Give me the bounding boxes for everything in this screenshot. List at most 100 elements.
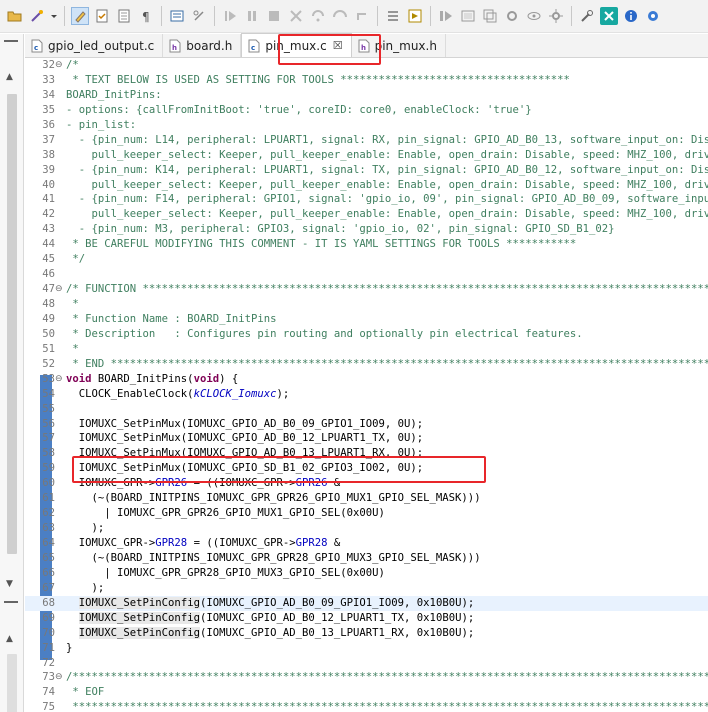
code-line[interactable]: 42 pull_keeper_select: Keeper, pull_keep… <box>25 207 708 222</box>
code-line[interactable]: 41 - {pin_num: F14, peripheral: GPIO1, s… <box>25 192 708 207</box>
terminal-icon[interactable] <box>168 7 186 25</box>
code-line[interactable]: 61 (~(BOARD_INITPINS_IOMUXC_GPR_GPR26_GP… <box>25 491 708 506</box>
code-line[interactable]: 50 * Description : Configures pin routin… <box>25 327 708 342</box>
gear-icon[interactable] <box>644 7 662 25</box>
dropdown-arrow-icon[interactable] <box>50 7 58 25</box>
code-line[interactable]: 66 | IOMUXC_GPR_GPR28_GPIO_MUX3_GPIO_SEL… <box>25 566 708 581</box>
svg-text:¶: ¶ <box>142 10 150 24</box>
code-line[interactable]: 43 - {pin_num: M3, peripheral: GPIO3, si… <box>25 222 708 237</box>
code-line[interactable]: 72 <box>25 656 708 671</box>
fold-toggle-icon[interactable]: ⊖ <box>55 282 63 297</box>
code-text: IOMUXC_SetPinMux(IOMUXC_GPIO_AD_B0_13_LP… <box>66 447 424 460</box>
open-folder-icon[interactable] <box>6 7 24 25</box>
line-number: 36 <box>42 118 55 131</box>
doc-icon[interactable] <box>115 7 133 25</box>
code-line[interactable]: 37 - {pin_num: L14, peripheral: LPUART1,… <box>25 133 708 148</box>
scroll-down-arrow-icon[interactable]: ▼ <box>6 579 13 589</box>
code-line[interactable]: 59 IOMUXC_SetPinMux(IOMUXC_GPIO_SD_B1_02… <box>25 461 708 476</box>
pause-icon[interactable] <box>243 7 261 25</box>
code-line[interactable]: 55 <box>25 402 708 417</box>
step-return-icon[interactable] <box>353 7 371 25</box>
code-line[interactable]: 44 * BE CAREFUL MODIFYING THIS COMMENT -… <box>25 237 708 252</box>
toolbar-separator <box>214 6 215 26</box>
settings-icon[interactable] <box>547 7 565 25</box>
code-text: IOMUXC_SetPinConfig(IOMUXC_GPIO_AD_B0_13… <box>78 626 475 639</box>
code-line[interactable]: 73 ⊖/************************************… <box>25 670 708 685</box>
svg-text:c: c <box>34 44 38 52</box>
code-line[interactable]: 48 * <box>25 297 708 312</box>
code-line[interactable]: 58 IOMUXC_SetPinMux(IOMUXC_GPIO_AD_B0_13… <box>25 446 708 461</box>
scroll-up-arrow-icon[interactable]: ▲ <box>6 634 13 644</box>
code-line[interactable]: 51 * <box>25 342 708 357</box>
toolbar-separator <box>571 6 572 26</box>
layers-icon[interactable] <box>481 7 499 25</box>
code-line[interactable]: 64 IOMUXC_GPR->GPR28 = ((IOMUXC_GPR->GPR… <box>25 536 708 551</box>
fold-toggle-icon[interactable]: ⊖ <box>55 372 63 387</box>
left-panel-scrollbar[interactable] <box>7 94 17 554</box>
code-line[interactable]: 34 BOARD_InitPins: <box>25 88 708 103</box>
code-line[interactable]: 56 IOMUXC_SetPinMux(IOMUXC_GPIO_AD_B0_09… <box>25 417 708 432</box>
line-number: 46 <box>42 268 55 281</box>
code-line[interactable]: 75 *************************************… <box>25 700 708 712</box>
code-line[interactable]: 32 ⊖/* <box>25 58 708 73</box>
line-number: 41 <box>42 193 55 206</box>
code-line[interactable]: 53 ⊖ void BOARD_InitPins(void) { <box>25 372 708 387</box>
check-doc-icon[interactable] <box>93 7 111 25</box>
stop-icon[interactable] <box>265 7 283 25</box>
link-icon[interactable] <box>190 7 208 25</box>
resume-icon[interactable] <box>221 7 239 25</box>
disconnect-icon[interactable] <box>287 7 305 25</box>
debug-list-icon[interactable] <box>384 7 402 25</box>
tab-pin-mux-c[interactable]: c pin_mux.c ☒ <box>241 33 352 57</box>
info-icon[interactable] <box>622 7 640 25</box>
code-line[interactable]: 49 * Function Name : BOARD_InitPins <box>25 312 708 327</box>
debug-run-icon[interactable] <box>406 7 424 25</box>
code-line[interactable]: 60 IOMUXC_GPR->GPR26 = ((IOMUXC_GPR->GPR… <box>25 476 708 491</box>
code-line[interactable]: 63 ); <box>25 521 708 536</box>
tools-icon[interactable] <box>578 7 596 25</box>
code-line[interactable]: 62 | IOMUXC_GPR_GPR26_GPIO_MUX1_GPIO_SEL… <box>25 506 708 521</box>
instruction-step-icon[interactable] <box>437 7 455 25</box>
code-line[interactable]: 74 * EOF <box>25 685 708 700</box>
code-line[interactable]: 54 CLOCK_EnableClock(kCLOCK_Iomuxc); <box>25 387 708 402</box>
code-line[interactable]: 47 ⊖/* FUNCTION *************************… <box>25 282 708 297</box>
code-line[interactable]: 68 IOMUXC_SetPinConfig(IOMUXC_GPIO_AD_B0… <box>25 595 708 611</box>
code-line[interactable]: 69 IOMUXC_SetPinConfig(IOMUXC_GPIO_AD_B0… <box>25 611 708 626</box>
x-icon[interactable] <box>600 7 618 25</box>
wand-icon[interactable] <box>28 7 46 25</box>
code-line[interactable]: 39 - {pin_num: K14, peripheral: LPUART1,… <box>25 163 708 178</box>
code-editor[interactable]: 32 ⊖/* 33 * TEXT BELOW IS USED AS SETTING … <box>25 58 708 712</box>
lower-panel-scrollbar[interactable] <box>7 654 17 712</box>
close-icon[interactable]: ☒ <box>333 39 343 52</box>
frame-icon[interactable] <box>459 7 477 25</box>
scroll-up-arrow-icon[interactable]: ▲ <box>6 72 13 82</box>
minimize-icon[interactable] <box>4 601 18 611</box>
code-line[interactable]: 67 ); <box>25 581 708 596</box>
code-text: | IOMUXC_GPR_GPR26_GPIO_MUX1_GPIO_SEL(0x… <box>66 507 385 520</box>
code-line[interactable]: 57 IOMUXC_SetPinMux(IOMUXC_GPIO_AD_B0_12… <box>25 431 708 446</box>
code-line[interactable]: 38 pull_keeper_select: Keeper, pull_keep… <box>25 148 708 163</box>
eye-icon[interactable] <box>525 7 543 25</box>
step-over-icon[interactable] <box>331 7 349 25</box>
highlight-pen-icon[interactable] <box>71 7 89 25</box>
fold-toggle-icon[interactable]: ⊖ <box>55 58 63 73</box>
fold-toggle-icon[interactable]: ⊖ <box>55 670 63 685</box>
code-line[interactable]: 45 */ <box>25 252 708 267</box>
tab-gpio-led-output-c[interactable]: c gpio_led_output.c <box>25 34 164 57</box>
code-text: - pin_list: <box>66 118 137 131</box>
tab-board-h[interactable]: h board.h <box>163 34 242 57</box>
code-line[interactable]: 33 * TEXT BELOW IS USED AS SETTING FOR T… <box>25 73 708 88</box>
code-line[interactable]: 46 <box>25 267 708 282</box>
minimize-icon[interactable] <box>4 40 18 50</box>
code-line[interactable]: 52 * END *******************************… <box>25 357 708 372</box>
code-line[interactable]: 70 IOMUXC_SetPinConfig(IOMUXC_GPIO_AD_B0… <box>25 626 708 641</box>
step-into-icon[interactable] <box>309 7 327 25</box>
gear-link-icon[interactable] <box>503 7 521 25</box>
code-line[interactable]: 36 - pin_list: <box>25 118 708 133</box>
tab-pin-mux-h[interactable]: h pin_mux.h <box>352 34 446 57</box>
code-line[interactable]: 35 - options: {callFromInitBoot: 'true', … <box>25 103 708 118</box>
code-line[interactable]: 40 pull_keeper_select: Keeper, pull_keep… <box>25 178 708 193</box>
code-line[interactable]: 65 (~(BOARD_INITPINS_IOMUXC_GPR_GPR28_GP… <box>25 551 708 566</box>
paragraph-icon[interactable]: ¶ <box>137 7 155 25</box>
code-line[interactable]: 71} <box>25 641 708 656</box>
